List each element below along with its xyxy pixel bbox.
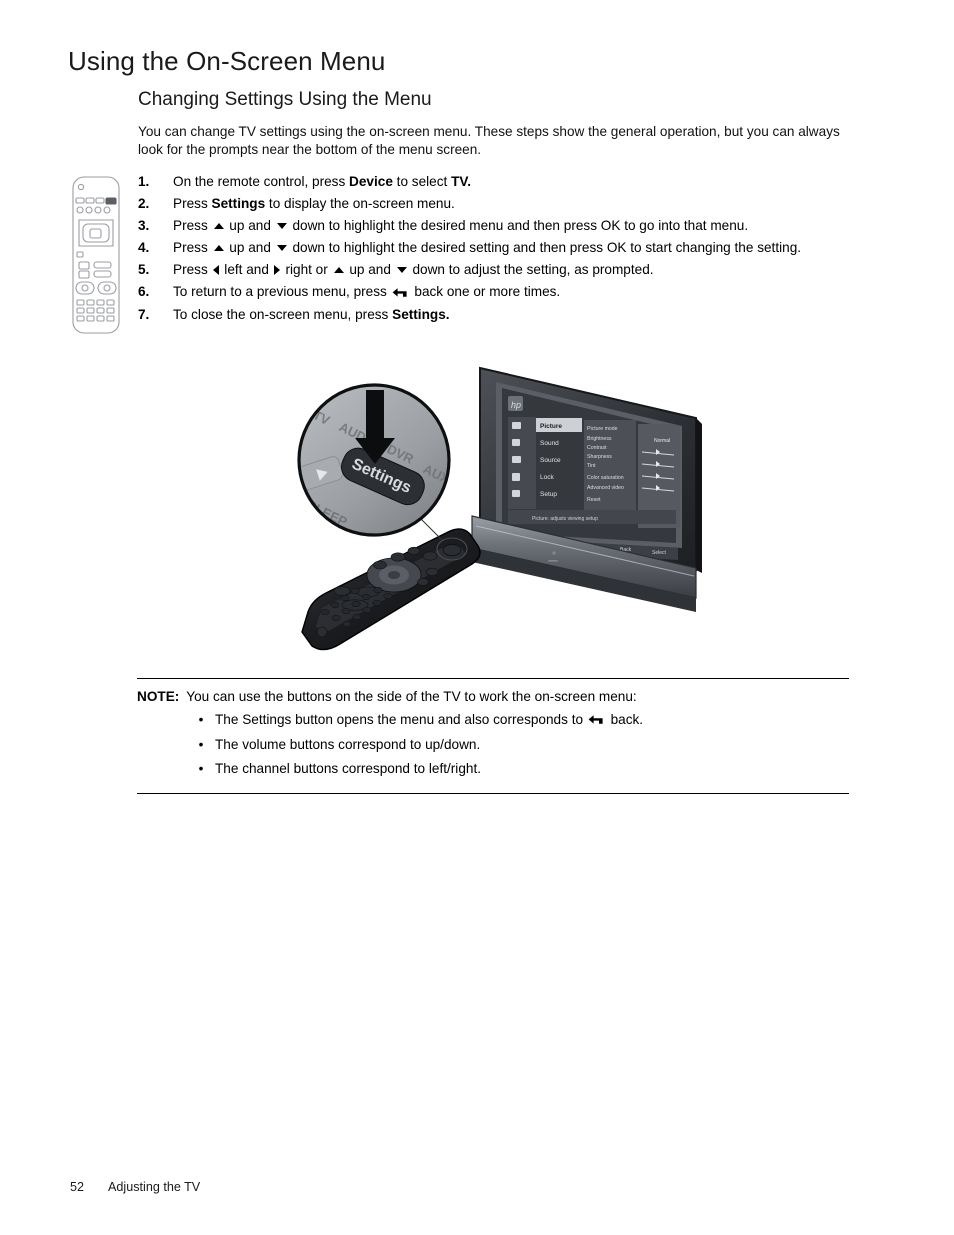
svg-text:Normal: Normal: [654, 438, 670, 444]
bullet-marker: •: [198, 711, 204, 727]
triangle-down-icon: [276, 223, 287, 230]
step-number: 5.: [138, 262, 150, 278]
note-bullet-item: • The channel buttons correspond to left/…: [137, 760, 849, 778]
emphasis-text: Settings.: [392, 307, 450, 323]
note-bullet-text: The volume buttons correspond to up/down…: [215, 736, 481, 752]
step-number: 6.: [138, 284, 150, 300]
step-item: 4. Press up and down to highlight the des…: [138, 239, 850, 257]
back-arrow-icon: [391, 284, 411, 302]
step-text: To return to a previous menu, press back…: [173, 283, 850, 301]
section-title: Changing Settings Using the Menu: [138, 89, 432, 110]
steps-list: 1. On the remote control, press Device to…: [138, 173, 850, 328]
step-text: Press left and right or up and down to a…: [173, 262, 654, 278]
step-text: Press up and down to highlight the desir…: [173, 240, 802, 256]
step-item: 1. On the remote control, press Device to…: [138, 173, 850, 191]
note-bullet-item: • The volume buttons correspond to up/dow…: [137, 736, 849, 754]
emphasis-text: Device: [349, 174, 393, 189]
triangle-up-icon: [333, 267, 344, 274]
triangle-right-icon: [273, 265, 280, 276]
page-title: Using the On-Screen Menu: [68, 46, 386, 76]
step-item: 2. Press Settings to display the on-scree…: [138, 195, 850, 213]
step-item: 6. To return to a previous menu, press ba…: [138, 283, 850, 301]
step-number: 2.: [138, 196, 150, 212]
step-number: 1.: [138, 174, 150, 189]
svg-text:Setup: Setup: [540, 491, 557, 498]
step-number: 4.: [138, 240, 150, 256]
note-intro-text: You can use the buttons on the side of t…: [186, 689, 637, 704]
triangle-down-icon: [276, 245, 287, 252]
svg-text:Tint: Tint: [587, 463, 596, 469]
note-bottom-rule: [137, 792, 849, 794]
svg-text:Sound: Sound: [540, 440, 559, 447]
remote-and-tv-illustration: hp Picture Sound Source Lock Setup Pictu…: [282, 360, 704, 660]
remote-control-margin-icon: [70, 174, 122, 336]
svg-text:Reset: Reset: [587, 497, 601, 503]
note-block: NOTE: You can use the buttons on the sid…: [137, 678, 849, 794]
svg-text:Source: Source: [540, 457, 561, 464]
svg-text:Sharpness: Sharpness: [587, 454, 612, 460]
note-bullet-text: The Settings button opens the menu and a…: [215, 711, 849, 729]
svg-text:Brightness: Brightness: [587, 436, 612, 442]
svg-text:hp: hp: [511, 400, 521, 410]
footer-chapter-name: Adjusting the TV: [108, 1180, 201, 1194]
settings-button-callout: TV AUDIO DVR AUX SLEEP Settings: [297, 383, 451, 537]
svg-text:Contrast: Contrast: [587, 445, 607, 451]
note-bullet-item: • The Settings button opens the menu and …: [137, 711, 849, 729]
step-number: 7.: [138, 307, 150, 323]
footer-page-number: 52: [70, 1180, 85, 1194]
back-arrow-icon: [587, 711, 607, 729]
remote-control-photo: [301, 528, 481, 651]
step-text: Press Settings to display the on-screen …: [173, 196, 455, 212]
triangle-up-icon: [213, 245, 224, 252]
svg-text:Color saturation: Color saturation: [587, 475, 624, 481]
bullet-marker: •: [198, 761, 204, 777]
note-bullet-list: • The Settings button opens the menu and …: [137, 711, 849, 778]
triangle-left-icon: [212, 265, 219, 276]
svg-text:Advanced video: Advanced video: [587, 485, 624, 491]
intro-paragraph: You can change TV settings using the on-…: [138, 124, 840, 157]
step-item: 7. To close the on-screen menu, press Set…: [138, 306, 850, 324]
tv-illustration: hp Picture Sound Source Lock Setup Pictu…: [471, 366, 704, 612]
step-text: To close the on-screen menu, press Setti…: [173, 307, 450, 323]
note-label: NOTE:: [137, 689, 180, 704]
svg-text:Lock: Lock: [540, 474, 554, 481]
step-text: Press up and down to highlight the desir…: [173, 218, 749, 234]
triangle-up-icon: [213, 223, 224, 230]
svg-text:Picture: adjusts viewing setup: Picture: adjusts viewing setup: [532, 516, 598, 522]
bullet-marker: •: [198, 736, 204, 752]
triangle-down-icon: [396, 267, 407, 274]
emphasis-text: TV.: [451, 174, 471, 189]
svg-text:Select: Select: [652, 550, 667, 556]
svg-text:Picture mode: Picture mode: [587, 426, 618, 432]
emphasis-text: Settings: [211, 196, 266, 212]
page-footer: 52 Adjusting the TV: [70, 1180, 200, 1194]
step-number: 3.: [138, 218, 150, 234]
note-bullet-text: The channel buttons correspond to left/r…: [215, 761, 481, 777]
step-item: 3. Press up and down to highlight the des…: [138, 217, 850, 235]
step-text: On the remote control, press Device to s…: [173, 174, 471, 189]
svg-text:Picture: Picture: [540, 423, 562, 430]
step-item: 5. Press left and right or up and down to…: [138, 261, 850, 279]
